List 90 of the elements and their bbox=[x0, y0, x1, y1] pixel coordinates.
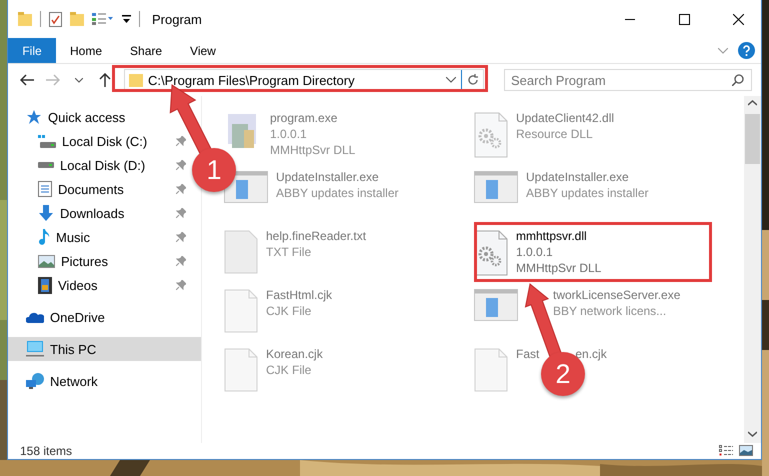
close-icon bbox=[732, 14, 744, 24]
folder-icon bbox=[129, 73, 143, 87]
file-detail: CJK File bbox=[266, 362, 312, 378]
scroll-up-icon[interactable] bbox=[748, 100, 757, 106]
nav-item[interactable]: Downloads bbox=[38, 205, 124, 221]
file-name[interactable]: help.fineReader.txt bbox=[266, 228, 366, 244]
file-detail: ABBY updates installer bbox=[526, 185, 649, 201]
star-icon bbox=[26, 109, 42, 125]
scrollbar[interactable] bbox=[744, 96, 761, 443]
details-view-icon[interactable] bbox=[719, 445, 733, 457]
pin-icon[interactable] bbox=[176, 280, 186, 290]
back-arrow-icon bbox=[20, 74, 34, 86]
file-detail: MMHttpSvr DLL bbox=[270, 142, 356, 158]
cloud-icon bbox=[26, 312, 44, 322]
file-detail: CJK File bbox=[266, 303, 312, 319]
installer-window-icon bbox=[474, 289, 518, 321]
picture-icon bbox=[38, 254, 55, 268]
download-icon bbox=[38, 205, 54, 221]
chevron-down-icon bbox=[75, 78, 83, 82]
ribbon-tab[interactable]: View bbox=[176, 38, 230, 63]
up-arrow-icon bbox=[99, 73, 111, 87]
film-icon bbox=[38, 276, 52, 294]
file-name[interactable]: tworkLicenseServer.exe bbox=[553, 287, 680, 303]
new-folder-icon[interactable] bbox=[70, 12, 84, 26]
file-name[interactable]: mmhttpsvr.dll bbox=[516, 228, 587, 244]
file-name[interactable]: en.cjk bbox=[575, 346, 607, 362]
pin-icon[interactable] bbox=[176, 232, 186, 242]
nav-item[interactable]: Videos bbox=[38, 276, 98, 294]
music-note-icon bbox=[38, 229, 50, 245]
file-icon bbox=[474, 348, 508, 392]
help-icon[interactable] bbox=[738, 42, 755, 59]
file-name[interactable]: program.exe bbox=[270, 110, 338, 126]
file-icon bbox=[224, 348, 258, 392]
search-icon bbox=[732, 74, 744, 86]
properties-icon[interactable] bbox=[49, 12, 62, 26]
nav-item[interactable]: OneDrive bbox=[26, 310, 105, 324]
file-detail: BBY network licens... bbox=[553, 303, 668, 319]
maximize-icon bbox=[678, 14, 690, 24]
file-name[interactable]: Korean.cjk bbox=[266, 346, 323, 362]
folder-icon[interactable] bbox=[18, 12, 32, 26]
nav-item[interactable]: Local Disk (D:) bbox=[38, 158, 146, 172]
file-detail: Resource DLL bbox=[516, 126, 594, 142]
pin-icon[interactable] bbox=[176, 184, 186, 194]
file-detail: 1.0.0.1 bbox=[270, 126, 308, 142]
large-icons-view-icon[interactable] bbox=[739, 445, 753, 456]
pin-icon[interactable] bbox=[176, 208, 186, 218]
scroll-thumb[interactable] bbox=[745, 114, 760, 164]
nav-item[interactable]: Music bbox=[38, 229, 90, 245]
file-name[interactable]: Fast bbox=[516, 346, 540, 362]
nav-item[interactable]: Documents bbox=[38, 181, 124, 197]
gear-file-icon bbox=[474, 230, 508, 276]
ribbon-tab[interactable]: Home bbox=[56, 38, 116, 63]
expand-ribbon-icon[interactable] bbox=[718, 48, 728, 54]
drive-icon bbox=[38, 134, 56, 148]
file-detail: TXT File bbox=[266, 244, 312, 260]
window-title: Program bbox=[152, 12, 202, 26]
scroll-down-icon[interactable] bbox=[748, 431, 757, 437]
pin-icon[interactable] bbox=[176, 256, 186, 266]
file-name[interactable]: UpdateInstaller.exe bbox=[276, 169, 379, 185]
file-icon bbox=[224, 289, 258, 333]
nav-item[interactable]: Network bbox=[26, 373, 98, 389]
file-detail: 1.0.0.1 bbox=[516, 244, 554, 260]
pin-icon[interactable] bbox=[176, 136, 186, 146]
installer-window-icon bbox=[474, 171, 518, 203]
file-name[interactable]: UpdateInstaller.exe bbox=[526, 169, 629, 185]
network-icon bbox=[26, 373, 44, 389]
gear-file-icon bbox=[474, 112, 508, 158]
pin-icon[interactable] bbox=[176, 160, 186, 170]
minimize-icon bbox=[625, 18, 635, 20]
refresh-icon bbox=[466, 74, 478, 86]
dropdown-icon[interactable] bbox=[122, 14, 131, 24]
item-count: 158 items bbox=[20, 444, 72, 458]
nav-item[interactable]: Local Disk (C:) bbox=[38, 134, 148, 148]
view-options-icon[interactable] bbox=[92, 13, 114, 25]
file-name[interactable]: FastHtml.cjk bbox=[266, 287, 332, 303]
file-menu-tab[interactable]: File bbox=[8, 38, 56, 63]
file-name[interactable]: UpdateClient42.dll bbox=[516, 110, 614, 126]
address-path: C:\Program Files\Program Directory bbox=[148, 72, 356, 88]
computer-icon bbox=[26, 341, 44, 357]
file-detail: MMHttpSvr DLL bbox=[516, 260, 602, 276]
dropdown-icon[interactable] bbox=[446, 77, 456, 83]
forward-arrow-icon bbox=[46, 74, 60, 86]
search-field[interactable]: Search Program bbox=[504, 69, 752, 91]
ribbon-tab[interactable]: Share bbox=[116, 38, 176, 63]
drive-icon bbox=[38, 162, 54, 168]
nav-item[interactable]: Quick access bbox=[26, 109, 126, 125]
nav-item[interactable]: Pictures bbox=[38, 254, 108, 268]
document-icon bbox=[38, 181, 52, 197]
file-detail: ABBY updates installer bbox=[276, 185, 399, 201]
text-file-icon bbox=[224, 230, 258, 274]
